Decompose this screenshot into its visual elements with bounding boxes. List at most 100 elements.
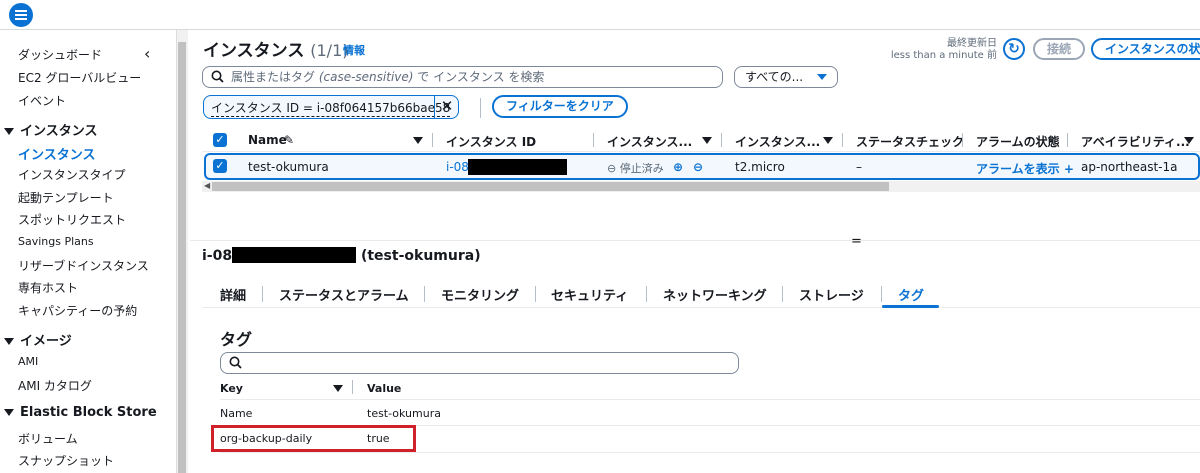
sidebar-section-images[interactable]: イメージ <box>4 330 72 349</box>
sidebar-item-ami[interactable]: AMI <box>18 355 38 368</box>
tab-separator <box>535 286 536 302</box>
expand-icon <box>4 409 14 416</box>
column-header-instance-state[interactable]: インスタンス... <box>607 133 692 150</box>
state-label: 停止済み <box>619 162 664 175</box>
cell-instance-type: t2.micro <box>735 160 785 174</box>
sidebar-item-volumes[interactable]: ボリューム <box>18 430 78 447</box>
tab-separator <box>881 286 882 302</box>
sort-icon[interactable] <box>702 137 712 144</box>
sidebar-item-launch-templates[interactable]: 起動テンプレート <box>18 189 114 206</box>
collapse-sidebar-icon[interactable]: ‹ <box>144 44 150 63</box>
sidebar-item-dashboard[interactable]: ダッシュボード <box>18 46 102 63</box>
tab-tags[interactable]: タグ <box>898 285 924 304</box>
tag-column-key[interactable]: Key <box>220 382 243 395</box>
filter-token-label[interactable]: インスタンス ID = i-08f064157b66bae58 <box>211 99 451 117</box>
divider <box>220 399 1200 400</box>
column-separator[interactable] <box>352 380 353 394</box>
placeholder-prefix: 属性またはタグ <box>231 70 319 84</box>
detail-name: (test-okumura) <box>360 248 481 264</box>
zoom-out-icon[interactable]: ⊖ <box>693 160 703 174</box>
sidebar-item-reserved-instances[interactable]: リザーブドインスタンス <box>18 257 149 274</box>
select-all-checkbox[interactable]: ✓ <box>213 133 227 147</box>
placeholder-italic: (case-sensitive) <box>318 70 414 84</box>
tab-separator <box>782 286 783 302</box>
tab-status-alarms[interactable]: ステータスとアラーム <box>279 285 409 304</box>
sidebar-item-savings-plans[interactable]: Savings Plans <box>18 235 94 248</box>
sidebar-item-ami-catalog[interactable]: AMI カタログ <box>18 377 92 394</box>
stopped-icon: ⊖ <box>607 162 617 175</box>
add-icon: + <box>1063 162 1074 176</box>
active-tab-indicator <box>882 305 939 308</box>
refresh-icon[interactable]: ↻ <box>1003 38 1025 60</box>
page-title: インスタンス (1/1) <box>203 36 348 61</box>
section-title: イメージ <box>20 334 72 349</box>
column-separator[interactable] <box>842 133 843 147</box>
sidebar-scrollbar-thumb[interactable] <box>178 42 186 473</box>
column-header-instance-id[interactable]: インスタンス ID <box>446 133 536 150</box>
column-separator[interactable] <box>432 133 433 147</box>
instance-state-button[interactable]: インスタンスの状態 <box>1091 38 1200 60</box>
sort-icon[interactable] <box>823 137 833 144</box>
connect-button[interactable]: 接続 <box>1033 38 1086 60</box>
sort-icon[interactable] <box>1184 137 1194 144</box>
cell-name: test-okumura <box>248 160 329 174</box>
resize-handle-icon[interactable]: = <box>851 234 862 249</box>
column-separator[interactable] <box>593 133 594 147</box>
tab-monitoring[interactable]: モニタリング <box>441 285 519 304</box>
sidebar-section-ebs[interactable]: Elastic Block Store <box>4 405 157 420</box>
tab-details[interactable]: 詳細 <box>220 285 246 304</box>
expand-icon <box>4 338 14 345</box>
column-header-instance-type[interactable]: インスタンス... <box>735 133 820 150</box>
table-scrollbar-thumb[interactable] <box>212 182 889 191</box>
close-icon[interactable]: ✕ <box>434 95 459 119</box>
divider <box>220 452 1200 453</box>
sidebar-item-snapshots[interactable]: スナップショット <box>18 452 114 469</box>
sidebar-item-global-view[interactable]: EC2 グローバルビュー <box>18 69 141 86</box>
tab-networking[interactable]: ネットワーキング <box>663 285 767 304</box>
view-alarms-link[interactable]: アラームを表示 + <box>976 160 1074 177</box>
detail-id-prefix: i-08 <box>202 248 233 264</box>
section-title: インスタンス <box>20 124 98 139</box>
row-checkbox[interactable]: ✓ <box>213 159 227 173</box>
expand-icon <box>4 128 14 135</box>
last-updated: 最終更新日 less than a minute 前 <box>880 38 997 62</box>
section-title: Elastic Block Store <box>20 405 157 420</box>
sort-icon[interactable] <box>333 385 343 392</box>
search-input[interactable]: 属性またはタグ (case-sensitive) で インスタンス を検索 <box>202 66 723 88</box>
edit-icon[interactable]: ✎ <box>284 133 294 147</box>
instance-id-link[interactable]: i-08 <box>446 160 469 174</box>
info-link[interactable]: 情報 <box>343 42 365 58</box>
search-icon <box>211 70 224 83</box>
tag-key: Name <box>220 407 253 420</box>
highlight-box <box>211 425 416 452</box>
sidebar-section-instances[interactable]: インスタンス <box>4 120 97 139</box>
sidebar-item-instances[interactable]: インスタンス <box>18 144 95 163</box>
clear-filters-button[interactable]: フィルターをクリア <box>492 95 628 118</box>
sidebar-item-dedicated-hosts[interactable]: 専有ホスト <box>18 279 78 296</box>
cell-az: ap-northeast-1a <box>1081 160 1178 174</box>
sidebar-item-events[interactable]: イベント <box>18 92 66 109</box>
hamburger-menu-icon[interactable] <box>9 3 33 27</box>
column-header-name[interactable]: Name <box>248 133 287 147</box>
tag-column-value[interactable]: Value <box>367 382 401 395</box>
last-updated-value: less than a minute 前 <box>890 50 997 61</box>
detail-title: i-08 (test-okumura) <box>202 247 481 264</box>
sort-icon[interactable] <box>413 137 423 144</box>
column-separator[interactable] <box>721 133 722 147</box>
top-bar <box>0 0 1200 30</box>
column-header-alarm[interactable]: アラームの状態 <box>976 133 1060 150</box>
tab-separator <box>262 286 263 302</box>
tab-storage[interactable]: ストレージ <box>799 285 864 304</box>
column-header-az[interactable]: アベイラビリティ... <box>1081 133 1190 150</box>
scroll-left-icon[interactable]: ◀ <box>204 181 210 190</box>
sidebar-item-capacity-reservations[interactable]: キャパシティーの予約 <box>18 302 137 319</box>
tag-search-input[interactable] <box>220 352 739 374</box>
sidebar-item-spot-requests[interactable]: スポットリクエスト <box>18 211 126 228</box>
zoom-in-icon[interactable]: ⊕ <box>673 160 683 174</box>
column-header-status-check[interactable]: ステータスチェック <box>856 133 964 150</box>
sidebar-item-instance-types[interactable]: インスタンスタイプ <box>18 166 126 183</box>
tab-security[interactable]: セキュリティ <box>551 285 628 304</box>
column-separator[interactable] <box>1067 133 1068 147</box>
tab-separator <box>646 286 647 302</box>
column-separator[interactable] <box>962 133 963 147</box>
